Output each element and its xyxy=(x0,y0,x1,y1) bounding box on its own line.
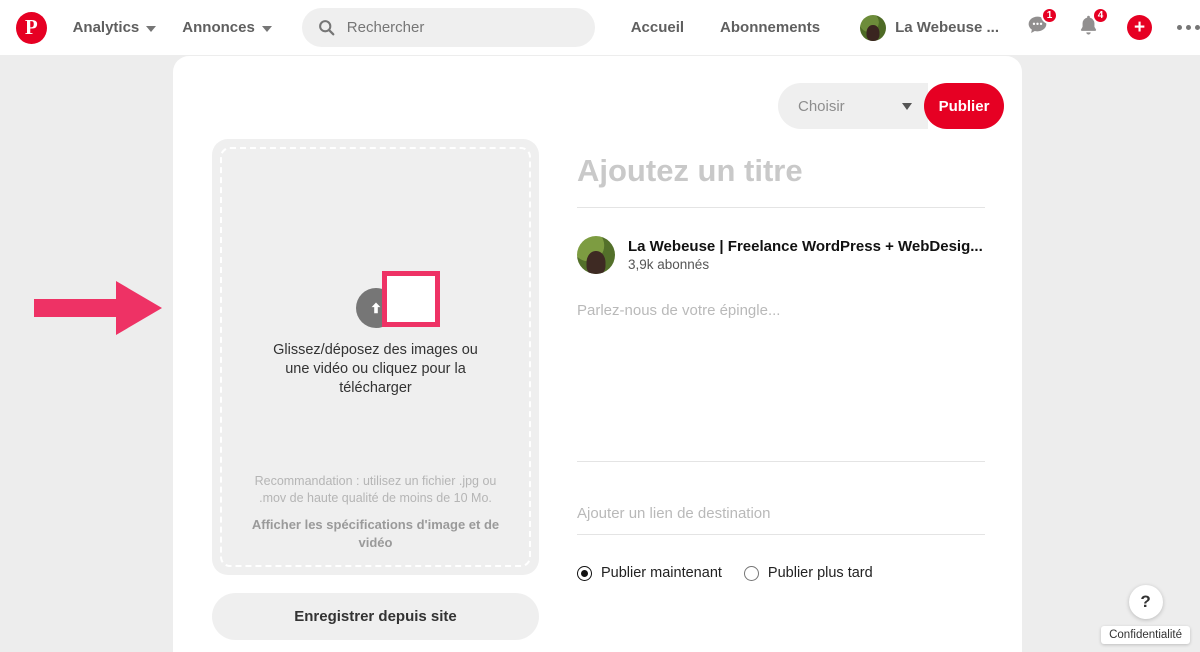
nav-menu-annonces[interactable]: Annonces xyxy=(182,19,272,36)
question-mark-icon[interactable]: ? xyxy=(1128,585,1163,619)
board-followers: 3,9k abonnés xyxy=(628,257,710,272)
media-dropzone[interactable]: Glissez/déposez des images ou une vidéo … xyxy=(34,139,539,575)
notifications-badge: 4 xyxy=(1092,6,1109,24)
chevron-down-icon xyxy=(261,25,272,32)
radio-publish-now[interactable]: Publier maintenant xyxy=(577,565,722,581)
dropzone-recommendation: Recommandation : utilisez un fichier .jp… xyxy=(254,474,497,505)
avatar-icon xyxy=(577,236,615,274)
radio-publish-later[interactable]: Publier plus tard xyxy=(743,565,873,581)
board-select[interactable]: Choisir xyxy=(778,83,928,129)
board-info: La Webeuse | Freelance WordPress + WebDe… xyxy=(628,238,983,272)
top-navigation-bar: P Analytics Annonces Rechercher Accueil … xyxy=(0,0,1200,55)
more-dot xyxy=(1186,25,1191,30)
dropzone-caption: Glissez/déposez des images ou une vidéo … xyxy=(273,342,478,396)
image-video-specs-link[interactable]: Afficher les spécifications d'image et d… xyxy=(236,516,515,552)
highlight-box-icon xyxy=(382,271,440,327)
radio-publish-later-label: Publier plus tard xyxy=(767,565,873,581)
plus-icon: + xyxy=(1133,17,1146,38)
messages-badge: 1 xyxy=(1041,6,1058,24)
more-horizontal-icon[interactable] xyxy=(1177,25,1200,30)
schedule-options: Publier maintenant Publier plus tard xyxy=(577,565,985,581)
privacy-label[interactable]: Confidentialité xyxy=(1101,626,1190,644)
save-from-site-button[interactable]: Enregistrer depuis site xyxy=(212,593,539,640)
publish-controls: Choisir Publier xyxy=(778,83,1004,129)
pin-builder-card: Choisir Publier Glissez/déposez des imag… xyxy=(34,56,1022,652)
radio-publish-now-label: Publier maintenant xyxy=(601,565,722,581)
more-dot xyxy=(1177,25,1182,30)
pinterest-logo-letter: P xyxy=(24,15,38,39)
dropzone-content: Glissez/déposez des images ou une vidéo … xyxy=(212,139,539,575)
more-dot xyxy=(1195,25,1200,30)
pin-details-column: La Webeuse | Freelance WordPress + WebDe… xyxy=(577,139,985,581)
nav-menu-analytics-label: Analytics xyxy=(72,19,140,36)
notifications-button[interactable]: 4 xyxy=(1076,6,1109,43)
messages-button[interactable]: 1 xyxy=(1025,6,1058,43)
board-name: La Webeuse | Freelance WordPress + WebDe… xyxy=(628,238,983,255)
chevron-down-icon xyxy=(146,25,157,32)
nav-menu-annonces-label: Annonces xyxy=(182,19,255,36)
chevron-down-icon xyxy=(902,102,912,110)
publish-button[interactable]: Publier xyxy=(924,83,1004,129)
search-icon xyxy=(318,20,335,36)
radio-selected-icon xyxy=(577,565,592,581)
nav-link-abonnements[interactable]: Abonnements xyxy=(720,19,820,36)
pointer-arrow-icon xyxy=(34,281,162,335)
board-selector-row[interactable]: La Webeuse | Freelance WordPress + WebDe… xyxy=(577,236,985,274)
avatar-icon xyxy=(860,14,887,41)
search-input-placeholder: Rechercher xyxy=(346,19,425,36)
privacy-widget: ? Confidentialité xyxy=(1101,585,1190,644)
pinterest-logo-icon[interactable]: P xyxy=(16,11,47,44)
account-menu[interactable]: La Webeuse ... xyxy=(860,14,999,41)
pin-destination-link-input[interactable] xyxy=(577,505,985,535)
nav-menu-analytics[interactable]: Analytics xyxy=(73,19,157,36)
nav-link-accueil[interactable]: Accueil xyxy=(631,19,684,36)
media-upload-column: Glissez/déposez des images ou une vidéo … xyxy=(34,139,539,640)
question-mark-glyph: ? xyxy=(1140,592,1151,611)
account-name: La Webeuse ... xyxy=(895,19,999,36)
create-pin-button[interactable]: + xyxy=(1127,15,1152,40)
pin-description-input[interactable] xyxy=(577,302,985,462)
pin-title-input[interactable] xyxy=(577,139,985,208)
search-bar[interactable]: Rechercher xyxy=(301,8,595,47)
radio-unselected-icon xyxy=(743,565,759,581)
board-select-value: Choisir xyxy=(798,97,845,115)
